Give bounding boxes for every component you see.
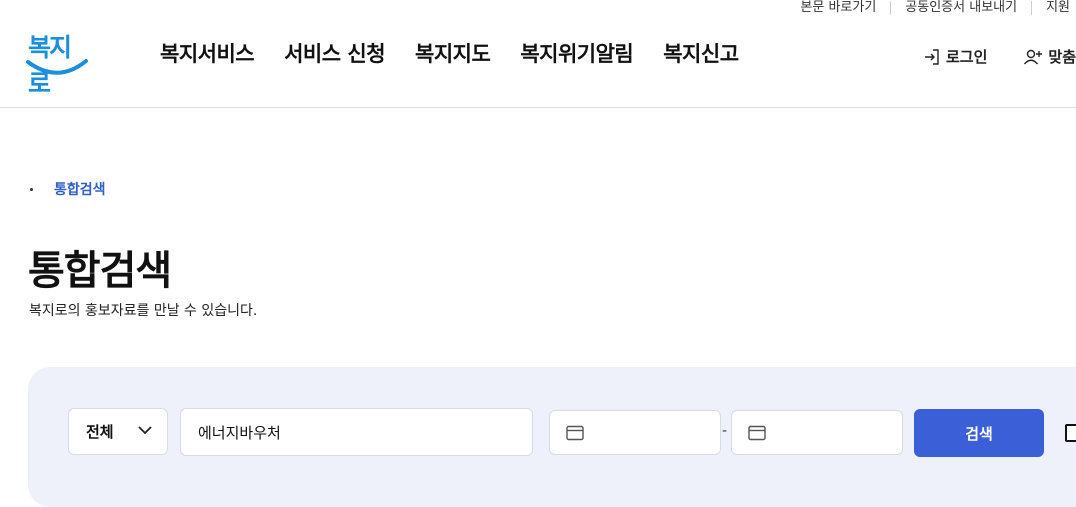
main-nav: 복지서비스 서비스 신청 복지지도 복지위기알림 복지신고: [160, 38, 739, 68]
header-actions: 로그인 맞춤: [923, 46, 1076, 67]
nav-welfare-crisis-alert[interactable]: 복지위기알림: [520, 38, 633, 68]
page-title: 통합검색: [28, 248, 172, 294]
page-description: 복지로의 홍보자료를 만날 수 있습니다.: [29, 303, 258, 319]
smile-logo-icon: [26, 59, 88, 75]
breadcrumb-bullet: [30, 187, 33, 191]
custom-service-button[interactable]: 맞춤: [1023, 46, 1076, 67]
calendar-icon: [748, 425, 766, 441]
search-option-checkbox[interactable]: [1065, 424, 1076, 442]
category-select-value: 전체: [86, 423, 114, 441]
start-date-field[interactable]: [549, 410, 721, 455]
nav-welfare-report[interactable]: 복지신고: [663, 38, 739, 68]
search-input[interactable]: [180, 408, 533, 456]
date-separator: -: [722, 423, 728, 439]
breadcrumb-current[interactable]: 통합검색: [54, 179, 106, 199]
nav-welfare-map[interactable]: 복지지도: [415, 38, 491, 68]
login-label: 로그인: [945, 48, 988, 66]
calendar-icon: [566, 425, 584, 441]
end-date-field[interactable]: [731, 410, 903, 455]
search-button[interactable]: 검색: [914, 409, 1044, 457]
category-select[interactable]: 전체: [68, 408, 168, 455]
nav-welfare-services[interactable]: 복지서비스: [160, 38, 255, 68]
chevron-down-icon: [138, 426, 152, 435]
login-icon: [924, 48, 939, 65]
breadcrumb: 통합검색: [30, 179, 106, 199]
custom-service-label: 맞춤: [1048, 48, 1076, 66]
nav-service-application[interactable]: 서비스 신청: [284, 38, 385, 68]
user-plus-icon: [1024, 49, 1043, 64]
site-header: 복지로 복지서비스 서비스 신청 복지지도 복지위기알림 복지신고 로그인 맞춤: [0, 0, 1076, 108]
site-logo[interactable]: 복지로: [26, 28, 90, 98]
login-button[interactable]: 로그인: [923, 46, 987, 67]
